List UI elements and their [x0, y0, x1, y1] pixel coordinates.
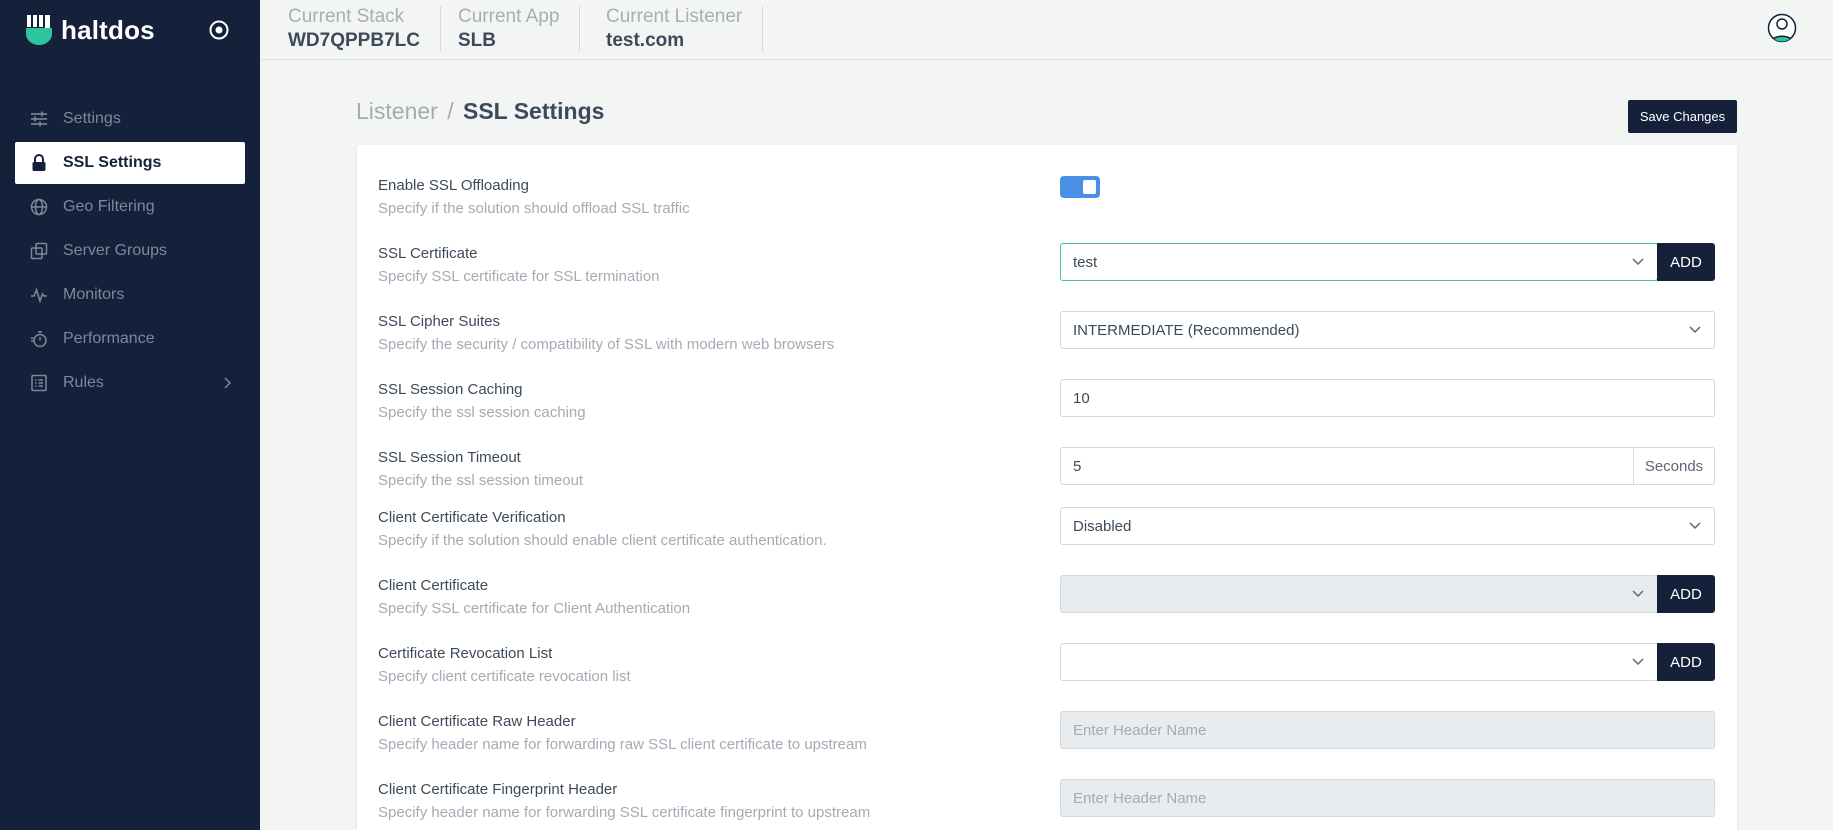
ssl-certificate-desc: Specify SSL certificate for SSL terminat… [378, 268, 660, 285]
session-caching-input[interactable] [1060, 379, 1715, 417]
current-listener: Current Listener test.com [578, 6, 764, 52]
ssl-settings-form: Enable SSL Offloading Specify if the sol… [357, 145, 1737, 830]
ssl-offloading-toggle[interactable] [1060, 176, 1100, 198]
client-certificate-label: Client Certificate [378, 577, 489, 594]
stopwatch-icon [29, 329, 49, 349]
cipher-suites-desc: Specify the security / compatibility of … [378, 336, 835, 353]
copy-icon [29, 241, 49, 261]
client-verification-select[interactable]: Disabled [1060, 507, 1715, 545]
client-verification-desc: Specify if the solution should enable cl… [378, 532, 827, 549]
breadcrumb-separator: / [447, 98, 454, 124]
sidebar-item-label: Server Groups [63, 242, 168, 259]
chevron-down-icon [1632, 658, 1644, 666]
breadcrumb-parent[interactable]: Listener [356, 98, 438, 124]
current-app: Current App SLB [430, 6, 581, 52]
session-timeout-desc: Specify the ssl session timeout [378, 472, 584, 489]
revocation-list-label: Certificate Revocation List [378, 645, 553, 662]
current-stack-label: Current Stack [288, 6, 405, 27]
sidebar-item-monitors[interactable]: Monitors [15, 274, 245, 316]
toggle-knob [1083, 180, 1096, 194]
add-client-certificate-button[interactable]: ADD [1657, 575, 1715, 613]
sidebar-item-ssl-settings[interactable]: SSL Settings [15, 142, 245, 184]
pulse-icon [29, 285, 49, 305]
sidebar-item-server-groups[interactable]: Server Groups [15, 230, 245, 272]
add-revocation-list-button[interactable]: ADD [1657, 643, 1715, 681]
client-certificate-desc: Specify SSL certificate for Client Authe… [378, 600, 691, 617]
fingerprint-header-label: Client Certificate Fingerprint Header [378, 781, 618, 798]
chevron-down-icon [1689, 522, 1701, 530]
current-app-label: Current App [458, 6, 560, 27]
session-caching-desc: Specify the ssl session caching [378, 404, 586, 421]
ssl-certificate-label: SSL Certificate [378, 245, 478, 262]
sidebar-item-label: Geo Filtering [63, 198, 155, 215]
session-caching-label: SSL Session Caching [378, 381, 523, 398]
save-changes-button[interactable]: Save Changes [1628, 100, 1737, 133]
client-verification-value: Disabled [1073, 518, 1132, 535]
client-certificate-select[interactable] [1060, 575, 1658, 613]
fingerprint-header-input[interactable] [1060, 779, 1715, 817]
sidebar-item-performance[interactable]: Performance [15, 318, 245, 360]
breadcrumb: Listener / SSL Settings [356, 98, 604, 125]
session-timeout-unit: Seconds [1633, 447, 1715, 485]
revocation-list-control: ADD [1060, 643, 1715, 681]
fingerprint-header-desc: Specify header name for forwarding SSL c… [378, 804, 871, 821]
globe-icon [29, 197, 49, 217]
sidebar-item-label: Rules [63, 374, 104, 391]
revocation-list-desc: Specify client certificate revocation li… [378, 668, 631, 685]
sliders-icon [29, 109, 49, 129]
target-icon[interactable] [208, 19, 230, 41]
current-listener-label: Current Listener [606, 6, 743, 27]
brand[interactable]: haltdos [0, 0, 260, 60]
chevron-down-icon [1632, 258, 1644, 266]
cipher-suites-control: INTERMEDIATE (Recommended) [1060, 311, 1715, 349]
chevron-down-icon [1632, 590, 1644, 598]
cipher-suites-label: SSL Cipher Suites [378, 313, 501, 330]
lock-icon [29, 153, 49, 173]
current-listener-value: test.com [606, 30, 685, 51]
fingerprint-header-control [1060, 779, 1715, 817]
sidebar-item-label: Monitors [63, 286, 125, 303]
sidebar-item-settings[interactable]: Settings [15, 98, 245, 140]
raw-header-desc: Specify header name for forwarding raw S… [378, 736, 867, 753]
page-title: SSL Settings [463, 98, 605, 124]
sidebar: haltdos Settings SSL Settings Geo Filter… [0, 0, 260, 830]
current-app-value: SLB [458, 30, 496, 51]
sidebar-item-label: SSL Settings [63, 154, 162, 171]
sidebar-item-label: Settings [63, 110, 121, 127]
sidebar-item-label: Performance [63, 330, 155, 347]
ssl-certificate-control: test ADD [1060, 243, 1715, 281]
raw-header-label: Client Certificate Raw Header [378, 713, 576, 730]
cipher-suites-value: INTERMEDIATE (Recommended) [1073, 322, 1300, 339]
session-timeout-control: Seconds [1060, 447, 1715, 485]
current-stack: Current Stack WD7QPPB7LC [260, 6, 441, 52]
topbar: Current Stack WD7QPPB7LC Current App SLB… [260, 0, 1833, 60]
user-avatar-icon[interactable] [1767, 13, 1797, 43]
client-verification-label: Client Certificate Verification [378, 509, 566, 526]
brand-name: haltdos [61, 14, 155, 45]
ssl-certificate-select[interactable]: test [1060, 243, 1658, 281]
chevron-right-icon [224, 377, 232, 389]
sidebar-item-geo-filtering[interactable]: Geo Filtering [15, 186, 245, 228]
chevron-down-icon [1689, 326, 1701, 334]
current-stack-value: WD7QPPB7LC [288, 30, 420, 51]
raw-header-input[interactable] [1060, 711, 1715, 749]
raw-header-control [1060, 711, 1715, 749]
session-timeout-input[interactable] [1060, 447, 1634, 485]
list-icon [29, 373, 49, 393]
revocation-list-select[interactable] [1060, 643, 1658, 681]
sidebar-item-rules[interactable]: Rules [15, 362, 245, 404]
ssl-offloading-label: Enable SSL Offloading [378, 177, 529, 194]
sidebar-nav: Settings SSL Settings Geo Filtering Serv… [0, 98, 260, 404]
session-caching-control [1060, 379, 1715, 417]
add-ssl-certificate-button[interactable]: ADD [1657, 243, 1715, 281]
session-timeout-label: SSL Session Timeout [378, 449, 521, 466]
haltdos-logo-icon [26, 15, 52, 45]
ssl-offloading-desc: Specify if the solution should offload S… [378, 200, 690, 217]
cipher-suites-select[interactable]: INTERMEDIATE (Recommended) [1060, 311, 1715, 349]
client-verification-control: Disabled [1060, 507, 1715, 545]
ssl-certificate-value: test [1073, 254, 1098, 271]
client-certificate-control: ADD [1060, 575, 1715, 613]
